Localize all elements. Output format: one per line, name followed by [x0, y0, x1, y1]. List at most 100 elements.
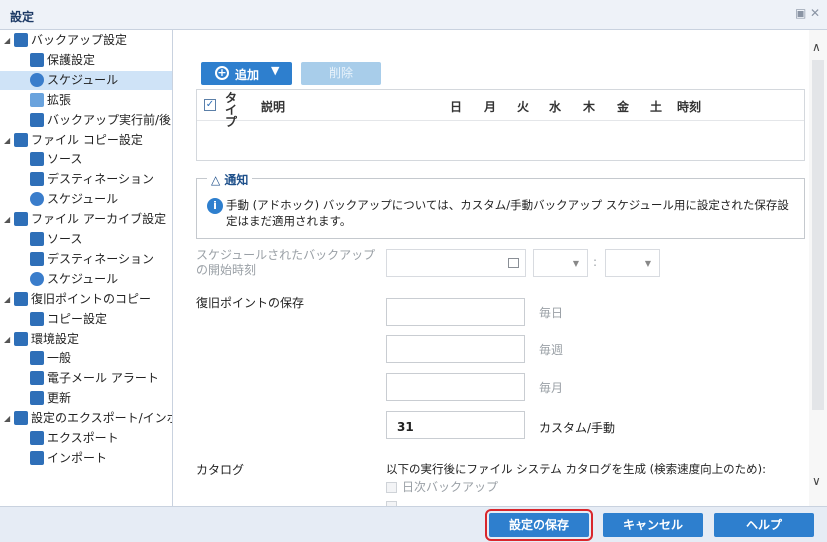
chevron-down-icon: ▼: [572, 259, 579, 268]
schedule-icon: [30, 192, 44, 207]
tree-item[interactable]: スケジュール: [0, 70, 172, 90]
column-header-mon[interactable]: 月: [484, 98, 496, 115]
tree-item[interactable]: インポート: [30, 449, 172, 468]
tree-item-label: デスティネーション: [47, 172, 155, 187]
add-button-label: 追加: [235, 68, 260, 82]
export-import-icon: [14, 411, 28, 426]
scroll-thumb[interactable]: [812, 60, 824, 410]
tree-item-label: デスティネーション: [47, 251, 155, 266]
tree-item[interactable]: 拡張: [30, 91, 172, 110]
start-minute-select[interactable]: ▼: [605, 249, 660, 277]
time-separator: :: [593, 255, 598, 269]
tree-item[interactable]: ◢ 設定のエクスポート/インポート: [4, 409, 172, 428]
column-header-type[interactable]: タイプ: [225, 92, 239, 128]
column-header-sun[interactable]: 日: [450, 98, 462, 115]
select-all-checkbox[interactable]: ✓: [204, 99, 216, 111]
copy-settings-icon: [30, 311, 44, 326]
tree-item[interactable]: ◢ 環境設定: [4, 330, 172, 349]
expand-arrow-icon[interactable]: ◢: [4, 31, 14, 50]
tree-item-label: ソース: [47, 152, 83, 167]
weekly-retention-input[interactable]: [386, 335, 525, 363]
tree-item[interactable]: ソース: [30, 150, 172, 169]
destination-icon: [30, 251, 44, 266]
tree-item[interactable]: デスティネーション: [30, 250, 172, 269]
scroll-down-icon[interactable]: ∨: [812, 474, 821, 488]
expand-arrow-icon[interactable]: ◢: [4, 409, 14, 428]
tree-item-label: 保護設定: [47, 52, 96, 67]
file-copy-icon: [14, 132, 28, 147]
wrench-icon: [30, 112, 44, 127]
title-bar: 設定 ▣ ✕: [0, 0, 827, 30]
notice-group: △ 通知 i 手動 (アドホック) バックアップについては、カスタム/手動バック…: [196, 171, 805, 239]
start-hour-select[interactable]: ▼: [533, 249, 588, 277]
tree-item[interactable]: コピー設定: [30, 310, 172, 329]
tree-item-label: ソース: [47, 232, 83, 246]
tree-item[interactable]: 更新: [30, 389, 172, 408]
cancel-button[interactable]: キャンセル: [603, 513, 703, 537]
column-header-tue[interactable]: 火: [517, 98, 529, 115]
expand-arrow-icon[interactable]: ◢: [4, 210, 14, 229]
tree-item-label: 環境設定: [31, 331, 80, 346]
calendar-icon[interactable]: [508, 258, 519, 268]
export-icon: [30, 431, 44, 445]
tree-item-label: 更新: [47, 391, 72, 406]
close-icon[interactable]: ✕: [810, 6, 820, 20]
tree-item[interactable]: デスティネーション: [30, 170, 172, 189]
help-button[interactable]: ヘルプ: [714, 513, 814, 537]
tree-item[interactable]: 一般: [30, 349, 172, 368]
delete-button[interactable]: 削除: [301, 62, 381, 85]
custom-retention-value: 31: [397, 420, 414, 434]
column-header-wed[interactable]: 水: [549, 98, 561, 115]
tree-item[interactable]: ソース: [30, 230, 172, 249]
info-icon: i: [207, 198, 223, 214]
start-date-field[interactable]: [386, 249, 526, 277]
tree-item[interactable]: 電子メール アラート: [30, 369, 172, 388]
tree-item-label: 設定のエクスポート/インポート: [31, 411, 172, 426]
tree-item[interactable]: エクスポート: [30, 429, 172, 448]
settings-tree: ◢ バックアップ設定保護設定スケジュール拡張バックアップ実行前/後の設 ◢ ファイル …: [0, 30, 173, 506]
schedule-panel: + 追加 ▼ 削除 ✓ タイプ 説明 日 月 火 水 木 金 土 時刻 △ 通知…: [174, 30, 827, 506]
tree-item-label: コピー設定: [47, 311, 108, 326]
column-header-time[interactable]: 時刻: [677, 98, 701, 115]
tree-item-label: 電子メール アラート: [47, 371, 159, 386]
notice-legend[interactable]: △ 通知: [207, 171, 253, 188]
advanced-icon: [30, 92, 44, 107]
destination-icon: [30, 172, 44, 187]
add-button[interactable]: + 追加 ▼: [201, 62, 292, 85]
column-header-fri[interactable]: 金: [617, 98, 629, 115]
tree-item-label: 拡張: [47, 92, 72, 107]
column-header-description[interactable]: 説明: [261, 98, 285, 115]
import-icon: [30, 450, 44, 465]
source-icon: [30, 152, 44, 167]
daily-label: 毎日: [539, 306, 564, 320]
monthly-retention-input[interactable]: [386, 373, 525, 401]
save-settings-button[interactable]: 設定の保存: [485, 509, 593, 541]
tree-item[interactable]: ◢ バックアップ設定: [4, 31, 172, 50]
expand-arrow-icon[interactable]: ◢: [4, 290, 14, 309]
main-vertical-scrollbar[interactable]: ∧ ∨: [809, 30, 827, 506]
chevron-down-icon[interactable]: ▼: [271, 64, 279, 77]
window-title: 設定: [10, 10, 35, 24]
scroll-up-icon[interactable]: ∧: [812, 40, 821, 54]
daily-backup-checkbox[interactable]: [386, 482, 397, 493]
tree-item[interactable]: バックアップ実行前/後の設: [30, 111, 172, 130]
tree-item-label: ファイル コピー設定: [31, 132, 143, 147]
backup-icon: [14, 33, 28, 47]
tree-item-label: ファイル アーカイブ設定: [31, 212, 167, 227]
tree-item-label: 一般: [47, 351, 72, 366]
weekly-label: 毎週: [539, 343, 564, 357]
tree-item-label: スケジュール: [47, 271, 119, 286]
column-header-thu[interactable]: 木: [583, 98, 595, 115]
tree-item[interactable]: ◢ ファイル アーカイブ設定: [4, 210, 172, 229]
tree-item[interactable]: スケジュール: [30, 270, 172, 289]
tree-item[interactable]: 保護設定: [30, 51, 172, 70]
column-header-sat[interactable]: 土: [650, 98, 662, 115]
daily-retention-input[interactable]: [386, 298, 525, 326]
expand-arrow-icon[interactable]: ◢: [4, 131, 14, 150]
expand-arrow-icon[interactable]: ◢: [4, 330, 14, 349]
tree-item[interactable]: ◢ 復旧ポイントのコピー: [4, 290, 172, 309]
tree-item[interactable]: スケジュール: [30, 190, 172, 209]
restore-icon[interactable]: ▣: [795, 6, 806, 20]
tree-item[interactable]: ◢ ファイル コピー設定: [4, 131, 172, 150]
custom-retention-input[interactable]: 31: [386, 411, 525, 439]
